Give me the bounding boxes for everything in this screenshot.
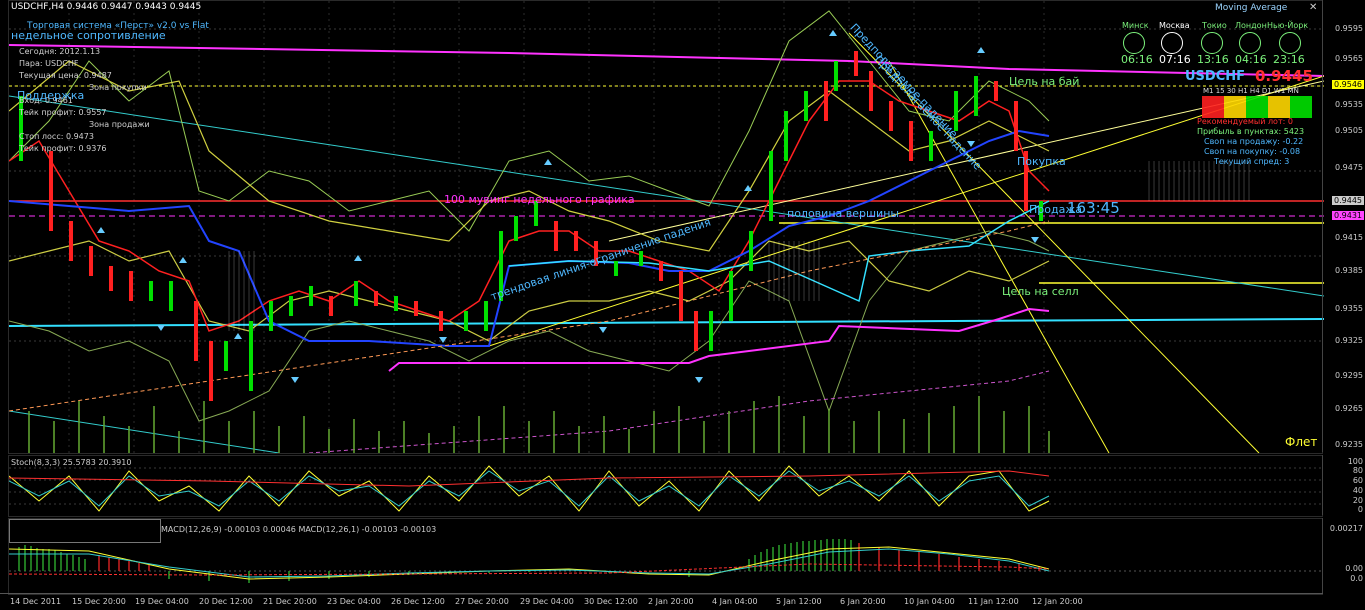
buy-label: Покупка [1017,155,1066,168]
clock-time-london: 04:16 [1235,53,1267,66]
date-label: 12 Jan 20:00 [1032,597,1083,606]
price-tick: 0.9265 [1335,404,1363,413]
info-price: Текущая цена: 0.9487 [19,71,112,80]
price-tick: 0.9385 [1335,266,1363,275]
stochastic-label: Stoch(8,3,3) 25.5783 20.3910 [11,458,132,467]
price-tick: 0.9235 [1335,440,1363,449]
date-axis[interactable]: 14 Dec 2011 15 Dec 20:00 19 Dec 04:00 20… [0,593,1323,610]
clock-tokyo-icon [1201,32,1223,54]
macd-label: MACD(12,26,9) -0.00103 0.00046 MACD(12,2… [161,525,437,534]
date-label: 10 Jan 04:00 [904,597,955,606]
clock-london-icon [1239,32,1261,54]
date-label: 11 Jan 12:00 [968,597,1019,606]
date-label: 21 Dec 20:00 [263,597,317,606]
date-label: 27 Dec 20:00 [455,597,509,606]
close-icon[interactable]: ✕ [1309,2,1317,13]
clock-time-minsk: 06:16 [1121,53,1153,66]
clock-city-minsk: Минск [1122,21,1149,30]
date-label: 26 Dec 12:00 [391,597,445,606]
date-label: 6 Jan 20:00 [840,597,886,606]
clock-moscow-icon [1161,32,1183,54]
date-label: 4 Jan 04:00 [712,597,758,606]
macd-label-box [9,519,161,543]
indicator-name: Moving Average [1215,3,1288,13]
price-tick: 0.9595 [1335,24,1363,33]
clock-minsk-icon [1123,32,1145,54]
price-tag-current: 0.9445 [1332,196,1364,205]
price-tick: 0.9475 [1335,163,1363,172]
stoch-tick: 20 [1352,496,1363,505]
rec-lot: Рекомендуемый лот: 0 [1197,117,1293,126]
bar-timer: 163:45 [1067,199,1120,217]
info-sell-zone: Зона продажи [89,120,150,129]
stoch-tick: 80 [1352,466,1363,475]
price-tick: 0.9565 [1335,54,1363,63]
stoch-tick: 0 [1357,505,1363,514]
top-half-label: половина вершины [787,207,900,220]
clock-city-moscow: Москва [1159,21,1190,30]
stoch-tick: 100 [1347,457,1363,466]
clock-city-tokyo: Токио [1202,21,1227,30]
symbol-header: USDCHF,H4 0.9446 0.9447 0.9443 0.9445 [11,2,202,12]
clock-city-newyork: Нью-Йорк [1267,21,1309,30]
target-sell-label: Цель на селл [1002,285,1079,298]
date-label: 23 Dec 04:00 [327,597,381,606]
swap-sell: Своп на продажу: -0.22 [1204,137,1304,146]
clock-newyork-icon [1279,32,1301,54]
macd-panel[interactable]: MACD(12,26,9) -0.00103 0.00046 MACD(12,2… [8,518,1324,595]
stoch-tick: 40 [1352,486,1363,495]
stochastic-panel[interactable]: Stoch(8,3,3) 25.5783 20.3910 [8,455,1324,517]
clock-time-tokyo: 13:16 [1197,53,1229,66]
clock-time-moscow: 07:16 [1159,53,1191,66]
macd-tick: 0.00217 [1329,524,1363,533]
macd-tick: 0.00 [1345,564,1363,573]
pair-title: USDCHF [1185,69,1246,84]
info-buy-zone: Зона покупки [89,83,147,92]
date-label: 15 Dec 20:00 [72,597,126,606]
price-axis[interactable]: 0.9595 0.9565 0.9535 0.9505 0.9475 0.941… [1322,0,1365,452]
date-label: 29 Dec 04:00 [520,597,574,606]
price-chart-panel[interactable]: USDCHF,H4 0.9446 0.9447 0.9443 0.9445 То… [8,0,1324,454]
stochastic-svg [9,465,1324,512]
support-label: Поддержка [17,89,85,102]
price-tag-magenta: 0.9431 [1332,211,1364,220]
price-tick: 0.9415 [1335,233,1363,242]
price-tag-yellow: 0.9546 [1332,80,1364,89]
info-take-profit-1: Тейк профит: 0.9557 [19,108,107,117]
date-label: 2 Jan 20:00 [648,597,694,606]
macd-axis: 0.00217 0.00 0.0 [1322,518,1365,593]
date-label: 30 Dec 12:00 [584,597,638,606]
date-label: 5 Jan 12:00 [776,597,822,606]
timeframe-row: M1 15 30 H1 H4 D1 W1 MN [1203,87,1299,95]
date-label: 19 Dec 04:00 [135,597,189,606]
stoch-tick: 60 [1352,476,1363,485]
price-tick: 0.9355 [1335,304,1363,313]
info-date: Сегодня: 2012.1.13 [19,47,101,56]
price-tick: 0.9295 [1335,371,1363,380]
info-stop-loss: Стоп лосс: 0.9473 [19,132,94,141]
price-tick: 0.9535 [1335,100,1363,109]
swap-buy: Своп на покупку: -0.08 [1204,147,1301,156]
price-tick: 0.9325 [1335,336,1363,345]
target-buy-label: Цель на бай [1009,75,1080,88]
stochastic-axis: 100 80 60 40 20 0 [1322,455,1365,515]
price-tick: 0.9505 [1335,126,1363,135]
info-take-profit-2: Тейк профит: 0.9376 [19,144,107,153]
flat-label: Флет [1285,435,1318,449]
date-label: 20 Dec 12:00 [199,597,253,606]
macd-tick: 0.0 [1350,574,1363,583]
info-pair: Пара: USDCHF [19,59,79,68]
date-label: 14 Dec 2011 [10,597,62,606]
current-spread: Текущий спред: 3 [1214,157,1290,166]
trend-matrix [1202,96,1312,118]
ma100-label: 100 мувинг недельного графика [444,193,635,206]
weekly-resistance-label: недельное сопротивление [11,29,166,42]
pair-price: 0.9445 [1255,67,1313,85]
clock-time-newyork: 23:16 [1273,53,1305,66]
price-chart-svg [9,1,1324,453]
clock-city-london: Лондон [1235,21,1267,30]
profit-points: Прибыль в пунктах: 5423 [1197,127,1305,136]
